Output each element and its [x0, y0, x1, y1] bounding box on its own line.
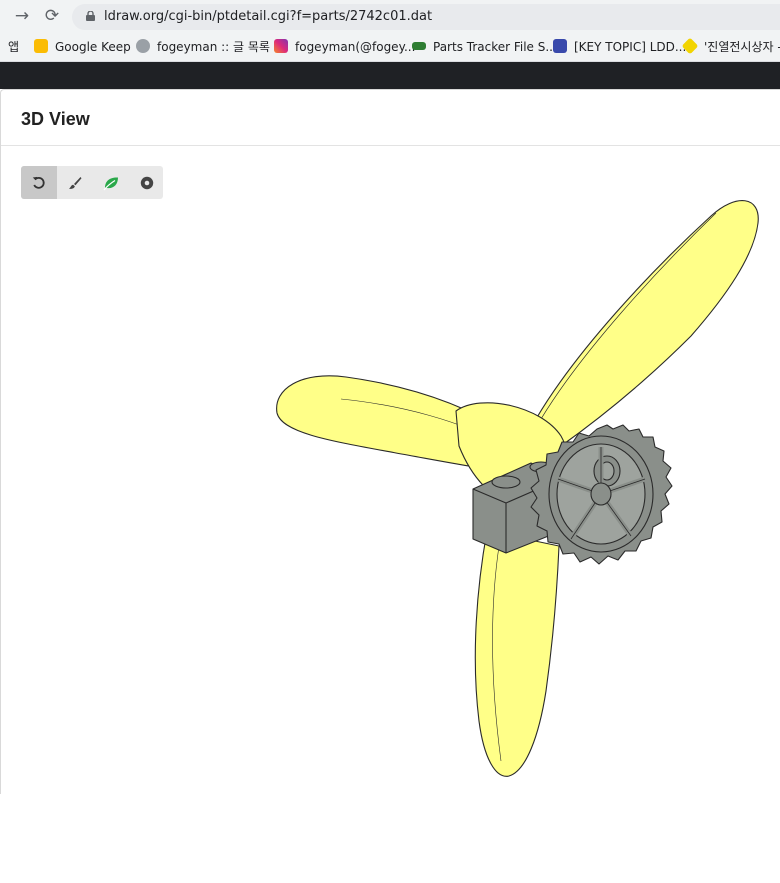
bookmark-label: Google Keep — [55, 40, 131, 54]
instagram-icon — [274, 39, 288, 53]
propeller-blade-lower — [474, 530, 560, 777]
apps-shortcut[interactable]: 앱 — [8, 38, 19, 56]
parts-tracker-icon — [412, 42, 426, 50]
bookmarks-bar: 앱 Google Keep fogeyman :: 글 목록 fogeyman(… — [0, 33, 780, 62]
bookmark-label: fogeyman :: 글 목록 — [157, 40, 270, 54]
bookmark-label: fogeyman(@fogey... — [295, 40, 416, 54]
bookmark-label: '진열전시상자 - — [704, 40, 780, 54]
bookmark-instagram[interactable]: fogeyman(@fogey... — [274, 38, 415, 56]
lock-icon — [86, 11, 95, 21]
bookmark-ldd-topic[interactable]: [KEY TOPIC] LDD... — [553, 38, 686, 56]
address-bar[interactable]: ldraw.org/cgi-bin/ptdetail.cgi?f=parts/2… — [72, 4, 780, 30]
bookmark-label: Parts Tracker File S... — [433, 40, 557, 54]
panel-divider — [1, 145, 780, 146]
box-icon — [681, 37, 699, 55]
bookmark-display-box[interactable]: '진열전시상자 - — [681, 37, 780, 56]
keep-icon — [34, 39, 48, 53]
bookmark-fogeyman-blog[interactable]: fogeyman :: 글 목록 — [136, 38, 270, 56]
bookmark-parts-tracker[interactable]: Parts Tracker File S... — [412, 38, 557, 56]
bookmark-google-keep[interactable]: Google Keep — [34, 38, 131, 56]
reload-icon[interactable]: ⟳ — [42, 6, 62, 26]
propeller-blade-upper — [535, 200, 759, 447]
arrow-right-icon[interactable]: → — [12, 6, 32, 26]
propeller-model — [276, 200, 759, 777]
bookmark-label: [KEY TOPIC] LDD... — [574, 40, 687, 54]
3d-model-viewport[interactable] — [1, 185, 780, 883]
browser-toolbar: → ⟳ ldraw.org/cgi-bin/ptdetail.cgi?f=par… — [0, 0, 780, 33]
url-text[interactable]: ldraw.org/cgi-bin/ptdetail.cgi?f=parts/2… — [104, 9, 432, 24]
site-header-strip — [0, 62, 780, 89]
3d-view-panel: 3D View — [0, 89, 780, 794]
panel-title: 3D View — [21, 109, 90, 129]
blog-icon — [136, 39, 150, 53]
ldd-icon — [553, 39, 567, 53]
